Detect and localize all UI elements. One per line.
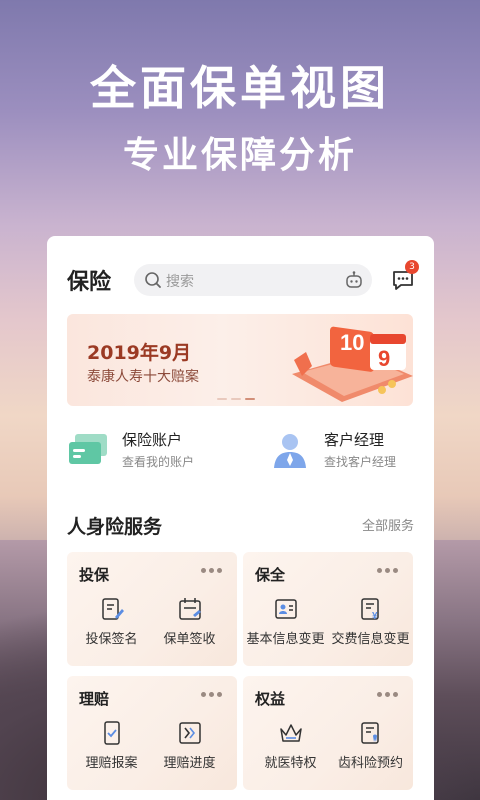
quick-link-label: 保险账户 [122, 431, 183, 449]
payment-doc-icon: ¥ [360, 598, 379, 622]
manager-icon [274, 434, 306, 468]
robot-icon[interactable] [344, 270, 364, 290]
service-dental-booking[interactable]: 齿科险预约 [328, 720, 413, 780]
search-placeholder: 搜索 [166, 274, 194, 290]
quick-link-insurance-account[interactable]: 保险账户 查看我的账户 [67, 426, 227, 476]
message-badge: 3 [405, 260, 419, 274]
phone-card: 保险 搜索 3 2019年9月 泰康人寿十大赔案 10 9 保险账户 查看我的账… [47, 236, 434, 800]
service-claim-progress[interactable]: 理赔进度 [147, 720, 232, 780]
banner-number-10: 10 [340, 330, 364, 355]
section-title: 人身险服务 [67, 516, 163, 538]
search-icon [145, 272, 161, 288]
id-card-icon [274, 599, 297, 619]
service-label: 就医特权 [264, 756, 317, 771]
tile-claims: 理赔 理赔报案 理赔进度 [67, 676, 237, 790]
calendar-check-icon [178, 598, 201, 620]
more-icon[interactable] [377, 568, 399, 574]
service-medical-privilege[interactable]: 就医特权 [248, 720, 333, 780]
banner-title: 2019年9月 [87, 342, 192, 364]
promo-banner[interactable]: 2019年9月 泰康人寿十大赔案 10 9 [67, 314, 413, 406]
service-label: 基本信息变更 [246, 632, 325, 647]
service-receipt[interactable]: 保单签收 [147, 596, 232, 656]
top-bar: 保险 搜索 3 [47, 236, 434, 310]
pager-dot [231, 398, 241, 400]
tile-title: 权益 [255, 690, 286, 708]
service-claim-report[interactable]: 理赔报案 [69, 720, 154, 780]
card-icon [69, 434, 107, 464]
search-bar[interactable]: 搜索 [134, 264, 372, 296]
quick-link-desc: 查看我的账户 [122, 455, 195, 469]
quick-link-label: 客户经理 [324, 431, 385, 449]
banner-illustration: 10 9 [292, 326, 413, 402]
promo-headline: 全面保单视图 [90, 61, 390, 115]
service-label: 交费信息变更 [331, 632, 410, 647]
more-icon[interactable] [201, 568, 223, 574]
service-payment-info[interactable]: ¥ 交费信息变更 [328, 596, 413, 656]
banner-number-9: 9 [378, 346, 390, 371]
service-label: 理赔进度 [163, 756, 216, 771]
tile-title: 保全 [255, 566, 286, 584]
tile-preservation: 保全 基本信息变更 ¥ 交费信息变更 [243, 552, 413, 666]
crown-icon [279, 724, 302, 742]
more-icon[interactable] [201, 692, 223, 698]
svg-text:¥: ¥ [372, 611, 378, 622]
quick-link-account-manager[interactable]: 客户经理 查找客户经理 [269, 426, 419, 476]
promo-subhead: 专业保障分析 [122, 135, 357, 176]
page-title: 保险 [67, 270, 112, 295]
service-sign[interactable]: 投保签名 [69, 596, 154, 656]
service-basic-info[interactable]: 基本信息变更 [243, 596, 328, 656]
banner-pager [217, 398, 267, 402]
service-label: 理赔报案 [85, 756, 138, 771]
sign-doc-icon [101, 598, 124, 620]
tile-title: 理赔 [79, 690, 110, 708]
phone-check-icon [103, 721, 120, 745]
more-icon[interactable] [377, 692, 399, 698]
progress-icon [178, 722, 201, 744]
tile-title: 投保 [79, 566, 110, 584]
quick-link-desc: 查找客户经理 [324, 455, 397, 469]
service-label: 齿科险预约 [337, 756, 403, 771]
pager-dot [217, 398, 227, 400]
service-label: 保单签收 [163, 632, 216, 647]
banner-subtitle: 泰康人寿十大赔案 [87, 369, 199, 385]
tile-benefits: 权益 就医特权 齿科险预约 [243, 676, 413, 790]
pager-dot-active [245, 398, 255, 400]
all-services-link[interactable]: 全部服务 [362, 515, 414, 534]
tooth-doc-icon [360, 722, 379, 744]
tile-enroll: 投保 投保签名 保单签收 [67, 552, 237, 666]
service-label: 投保签名 [85, 632, 138, 647]
